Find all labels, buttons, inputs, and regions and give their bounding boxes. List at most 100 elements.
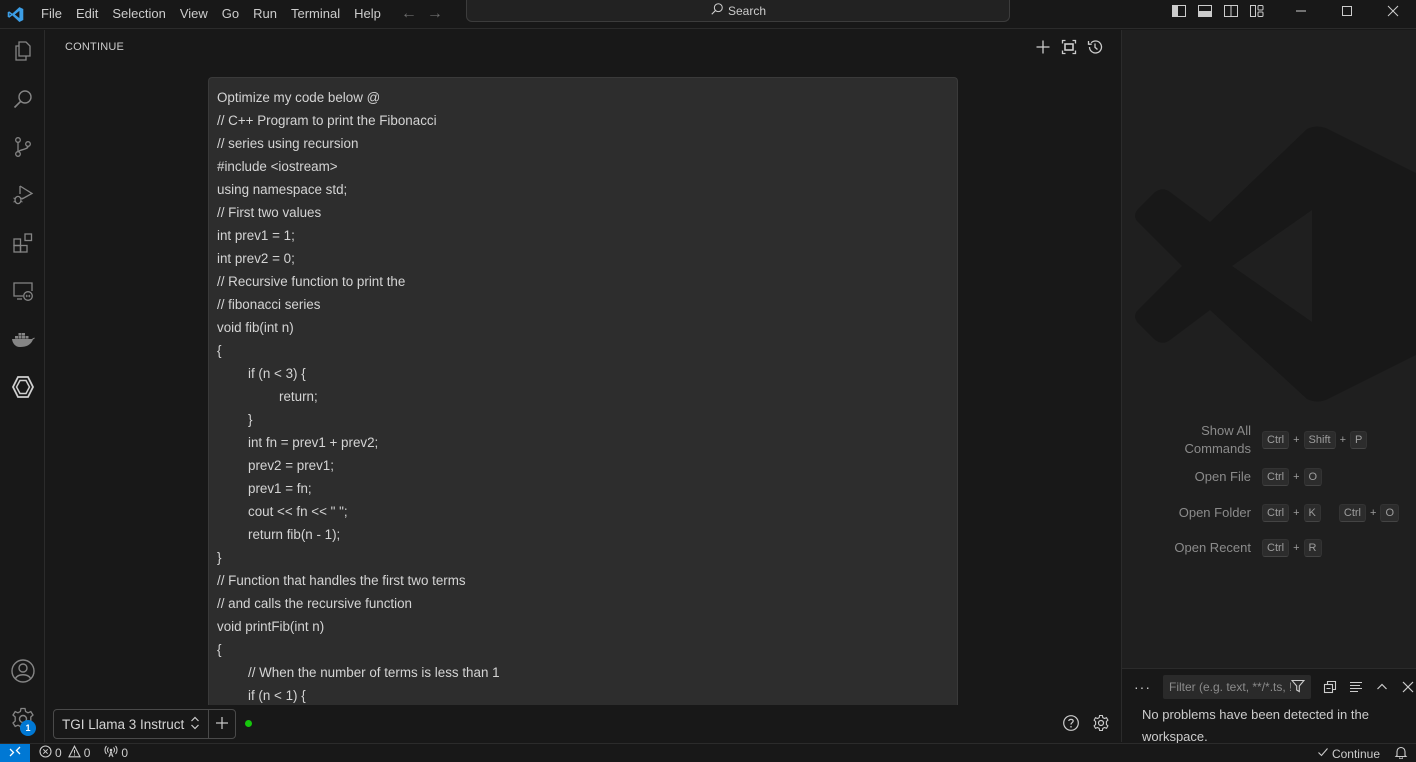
activity-explorer[interactable] [0,30,45,74]
filter-placeholder: Filter (e.g. text, **/*.ts, !**/node_mod… [1169,680,1291,694]
activity-accounts[interactable] [0,650,45,694]
prompt-line: prev1 = fn; [248,481,312,496]
prompt-line: void fib(int n) [217,320,294,335]
activity-manage[interactable]: 1 [0,698,45,742]
new-session-icon[interactable] [1034,38,1052,56]
prompt-line: #include <iostream> [217,159,338,174]
activity-bar: 1 [0,30,45,742]
panel-actions [1034,38,1104,56]
forward-arrow-icon[interactable]: → [426,5,444,23]
history-icon[interactable] [1086,38,1104,56]
toggle-primary-sidebar-icon[interactable] [1166,0,1192,22]
menu-run[interactable]: Run [246,3,284,25]
search-icon [710,2,724,19]
filter-icon[interactable] [1290,679,1306,696]
maximize-panel-icon[interactable] [1373,678,1391,696]
key-plus: + [1370,507,1377,519]
warning-count: 0 [83,746,91,760]
problems-actions [1321,678,1416,696]
toggle-secondary-sidebar-icon[interactable] [1218,0,1244,22]
shortcut-row[interactable]: Open File Ctrl + O [1122,468,1416,486]
minimize-icon[interactable] [1278,0,1324,22]
menu-file[interactable]: File [34,3,69,25]
settings-gear-icon[interactable] [1092,714,1110,732]
prompt-line: return; [279,389,318,404]
collapse-all-icon[interactable] [1321,678,1339,696]
menu-edit[interactable]: Edit [69,3,105,25]
prompt-line: using namespace std; [217,182,348,197]
key-cap: Ctrl [1262,468,1290,486]
key-plus: + [1339,434,1346,446]
word-wrap-icon[interactable] [1347,678,1365,696]
key-cap: Shift [1303,431,1336,449]
window-controls [1166,0,1416,22]
run-debug-icon [11,183,35,210]
prompt-line: if (n < 1) { [248,688,306,703]
warning-icon [67,745,81,761]
activity-extensions[interactable] [0,222,45,266]
prompt-line: } [248,412,253,427]
shortcut-label: Show All Commands [1184,423,1251,456]
shortcut-row[interactable]: Show All Commands Ctrl + Shift + P [1122,422,1416,458]
activity-continue[interactable] [0,366,45,410]
prompt-line: // When the number of terms is less than… [248,665,500,680]
help-icon[interactable] [1062,714,1080,732]
menu-selection[interactable]: Selection [105,3,172,25]
activity-remote-explorer[interactable] [0,270,45,314]
menu-bar: File Edit Selection View Go Run Terminal… [34,3,388,25]
toggle-panel-icon[interactable] [1192,0,1218,22]
error-icon [39,745,52,761]
prompt-line: { [217,642,222,657]
continue-icon [10,374,36,403]
more-actions-icon[interactable]: ··· [1122,679,1163,695]
prompt-line: // fibonacci series [217,297,321,312]
source-control-icon [11,135,35,162]
prompt-line: cout << fn << " "; [248,504,348,519]
docker-icon [10,327,36,354]
continue-status[interactable]: Continue [1317,746,1380,761]
activity-run-debug[interactable] [0,174,45,218]
model-dropdown[interactable]: TGI Llama 3 Instruct [54,710,210,738]
key-plus: + [1293,471,1300,483]
close-window-icon[interactable] [1370,0,1416,22]
error-count: 0 [55,746,62,760]
title-bar: File Edit Selection View Go Run Terminal… [0,0,1416,29]
key-cap: Ctrl [1338,504,1366,522]
command-center-search[interactable]: Search [466,0,1010,22]
prompt-line: // series using recursion [217,136,359,151]
back-arrow-icon[interactable]: ← [400,5,418,23]
menu-help[interactable]: Help [347,3,388,25]
activity-search[interactable] [0,78,45,122]
add-model-button[interactable] [209,710,235,738]
prompt-line: // C++ Program to print the Fibonacci [217,113,437,128]
close-panel-icon[interactable] [1399,678,1416,696]
navigation-arrows: ← → [400,5,444,23]
problems-filter-input[interactable]: Filter (e.g. text, **/*.ts, !**/node_mod… [1163,675,1311,699]
activity-docker[interactable] [0,318,45,362]
panel-bottom-actions [1062,714,1110,732]
prompt-line: } [217,550,222,565]
remote-indicator[interactable] [0,743,30,762]
remote-icon [8,745,22,762]
problems-panel: ··· Filter (e.g. text, **/*.ts, !**/node… [1121,668,1416,744]
menu-terminal[interactable]: Terminal [284,3,347,25]
menu-view[interactable]: View [173,3,215,25]
problems-message: No problems have been detected in the wo… [1142,707,1369,744]
vscode-watermark-icon [1132,114,1416,417]
problems-status[interactable]: 0 0 [39,745,90,761]
ports-status[interactable]: 0 [104,745,128,761]
shortcut-row[interactable]: Open Folder Ctrl + K Ctrl + O [1122,504,1416,522]
notifications-bell-icon[interactable] [1394,745,1408,762]
shortcut-row[interactable]: Open Recent Ctrl + R [1122,539,1416,557]
customize-layout-icon[interactable] [1244,0,1270,22]
maximize-icon[interactable] [1324,0,1370,22]
connection-status-dot [245,720,252,727]
fullscreen-icon[interactable] [1060,38,1078,56]
continue-panel: CONTINUE Optimize my code below @ // C++ … [46,30,1120,742]
account-icon [10,658,36,687]
prompt-input[interactable]: Optimize my code below @ // C++ Program t… [208,77,958,705]
activity-source-control[interactable] [0,126,45,170]
ports-count: 0 [121,746,129,760]
prompt-line: int prev2 = 0; [217,251,295,266]
menu-go[interactable]: Go [215,3,246,25]
